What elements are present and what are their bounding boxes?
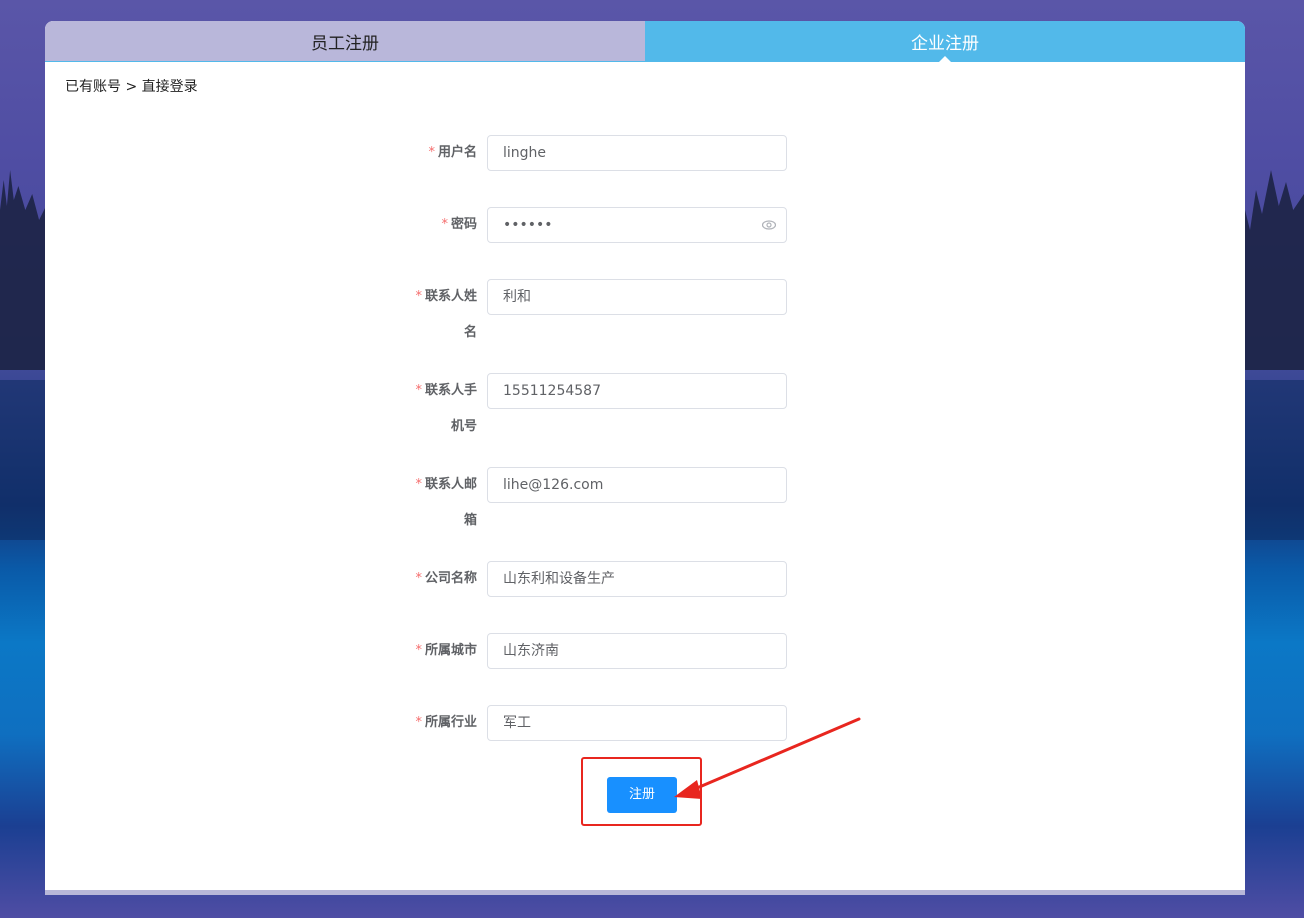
red-arrow-annotation <box>674 717 861 799</box>
